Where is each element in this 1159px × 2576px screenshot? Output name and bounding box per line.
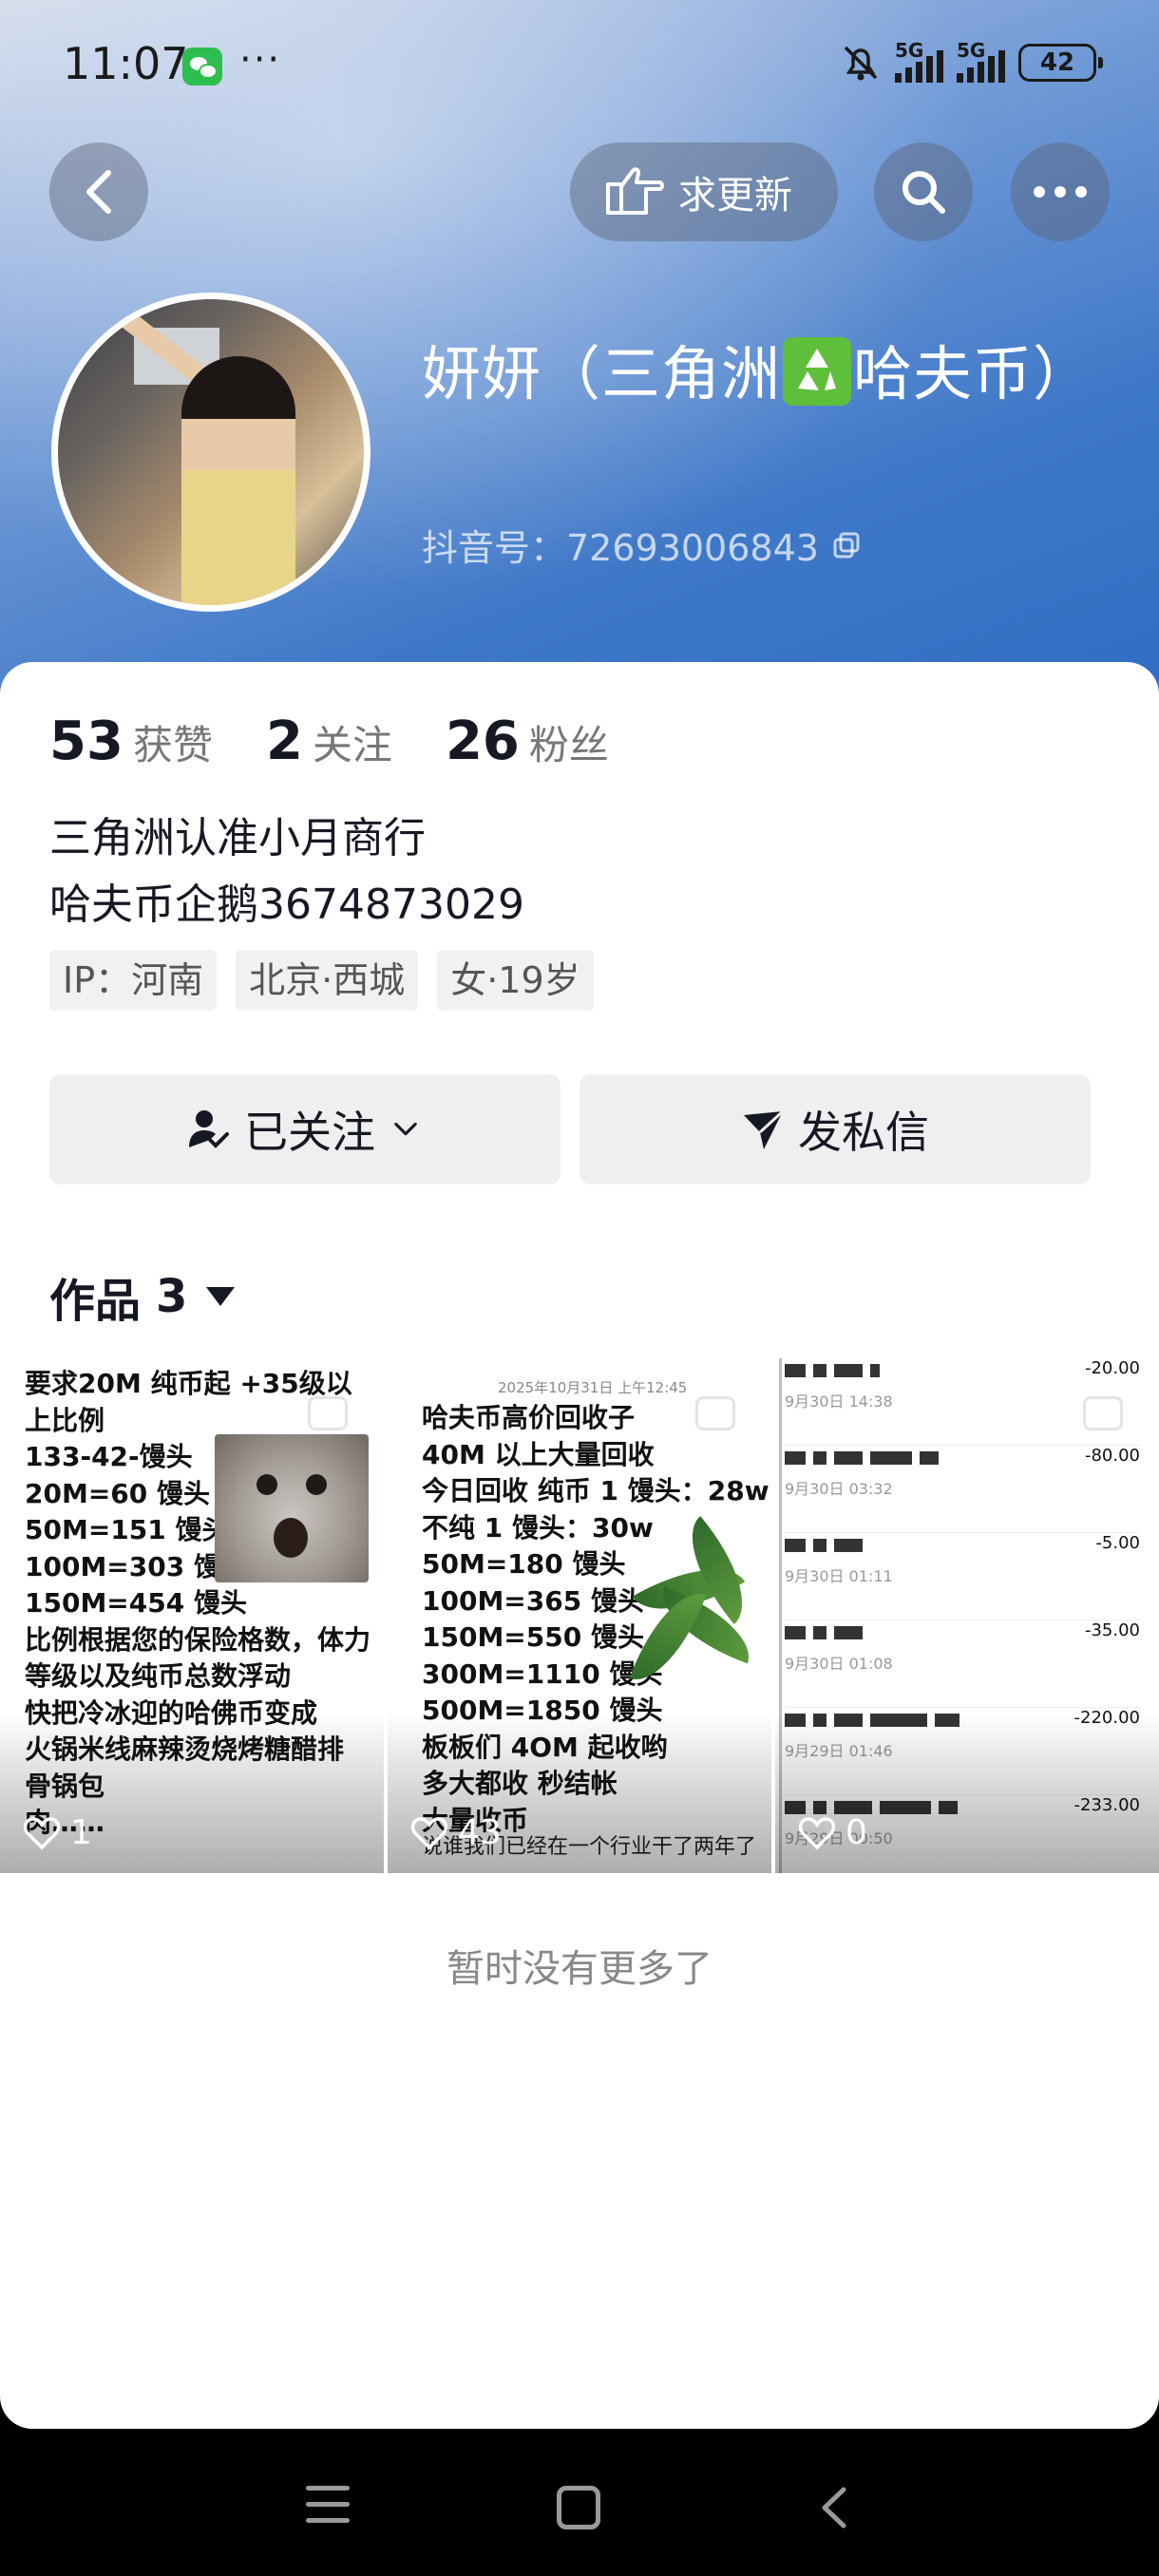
chevron-left-icon bbox=[86, 170, 111, 214]
followed-button[interactable]: 已关注 bbox=[49, 1074, 560, 1184]
douyin-id[interactable]: 抖音号：72693006843 bbox=[422, 519, 861, 571]
more-options-button[interactable] bbox=[1011, 142, 1110, 241]
select-checkbox[interactable] bbox=[1083, 1396, 1123, 1430]
triangle-down-icon bbox=[206, 1287, 236, 1306]
search-button[interactable] bbox=[874, 142, 973, 241]
send-icon bbox=[744, 1109, 785, 1149]
video-thumbnail[interactable]: 要求20M 纯币起 +35级以 上比例 133-42-馒头 20M=60 馒头 … bbox=[0, 1358, 384, 1873]
status-right: 5G 5G 42 bbox=[840, 39, 1103, 84]
like-count: 43 bbox=[410, 1813, 502, 1852]
recent-apps-icon[interactable] bbox=[306, 2486, 350, 2524]
battery-icon: 42 bbox=[1018, 44, 1103, 82]
works-label: 作品 bbox=[49, 1275, 142, 1328]
like-count: 0 bbox=[798, 1813, 867, 1852]
likes-stat[interactable]: 53 获赞 bbox=[49, 710, 213, 772]
ip-location-tag: IP：河南 bbox=[49, 950, 218, 1011]
ledger-row: 9月30日 01:11 -5.00 bbox=[785, 1533, 1140, 1620]
pointing-hand-icon bbox=[606, 167, 664, 215]
search-icon bbox=[902, 171, 945, 214]
bell-muted-icon bbox=[844, 46, 878, 81]
gender-age-tag: 女·19岁 bbox=[437, 950, 594, 1011]
bio-line-2: 哈夫币企鹅3674873029 bbox=[49, 881, 524, 929]
bio: 三角洲认准小月商行 哈夫币企鹅3674873029 bbox=[49, 805, 524, 938]
system-navigation-bar bbox=[0, 2429, 1159, 2576]
heart-icon bbox=[23, 1816, 61, 1849]
bio-line-1: 三角洲认准小月商行 bbox=[49, 814, 426, 862]
wechat-notification-icon bbox=[182, 47, 222, 85]
more-notifications-icon: ··· bbox=[239, 38, 282, 82]
video-thumbnail[interactable]: 9月30日 14:38 -20.00 9月30日 03:32 -80.00 9月… bbox=[775, 1358, 1159, 1873]
chevron-down-icon bbox=[394, 1122, 417, 1136]
followed-label: 已关注 bbox=[244, 1107, 375, 1158]
status-time: 11:07 bbox=[63, 38, 189, 89]
back-button[interactable] bbox=[49, 142, 148, 241]
city-tag: 北京·西城 bbox=[236, 950, 419, 1011]
user-check-icon bbox=[189, 1110, 229, 1148]
followers-stat[interactable]: 26 粉丝 bbox=[446, 710, 609, 772]
profile-tags: IP：河南 北京·西城 女·19岁 bbox=[49, 950, 594, 1011]
home-icon[interactable] bbox=[557, 2486, 600, 2529]
select-checkbox[interactable] bbox=[695, 1396, 735, 1430]
stats-row: 53 获赞 2 关注 26 粉丝 bbox=[49, 710, 662, 772]
works-tab[interactable]: 作品 3 bbox=[49, 1263, 236, 1330]
recycle-emoji-icon bbox=[783, 337, 852, 406]
like-count: 1 bbox=[23, 1813, 92, 1852]
select-checkbox[interactable] bbox=[308, 1396, 348, 1430]
profile-name: 妍妍（三角洲 哈夫币） bbox=[422, 334, 1106, 414]
no-more-content-text: 暂时没有更多了 bbox=[446, 1947, 712, 1991]
copy-icon bbox=[833, 532, 860, 558]
following-stat[interactable]: 2 关注 bbox=[266, 710, 392, 772]
status-bar: 11:07 ··· 5G 5G 42 bbox=[0, 34, 1159, 101]
ledger-row: 9月29日 01:46 -220.00 bbox=[785, 1708, 1140, 1795]
ask-update-button[interactable]: 求更新 bbox=[570, 142, 838, 241]
heart-icon bbox=[798, 1816, 836, 1849]
ledger-row: 9月30日 01:08 -35.00 bbox=[785, 1620, 1140, 1708]
video-date: 2025年10月31日 上午12:45 bbox=[498, 1379, 688, 1396]
send-message-button[interactable]: 发私信 bbox=[580, 1074, 1091, 1184]
cat-image bbox=[215, 1434, 369, 1582]
avatar[interactable] bbox=[51, 293, 370, 612]
ask-update-label: 求更新 bbox=[678, 174, 792, 218]
video-grid: 要求20M 纯币起 +35级以 上比例 133-42-馒头 20M=60 馒头 … bbox=[0, 1358, 1159, 1873]
ledger-row: 9月30日 03:32 -80.00 bbox=[785, 1446, 1140, 1533]
back-nav-icon[interactable] bbox=[815, 2486, 853, 2529]
heart-icon bbox=[410, 1816, 448, 1849]
send-message-label: 发私信 bbox=[798, 1107, 929, 1158]
more-horizontal-icon bbox=[1034, 186, 1087, 198]
signal-1-icon: 5G bbox=[895, 39, 943, 83]
signal-2-icon: 5G bbox=[957, 39, 1005, 83]
video-thumbnail[interactable]: 2025年10月31日 上午12:45 哈夫币高价回收子 40M 以上大量回收 … bbox=[388, 1358, 771, 1873]
works-count: 3 bbox=[156, 1270, 188, 1323]
